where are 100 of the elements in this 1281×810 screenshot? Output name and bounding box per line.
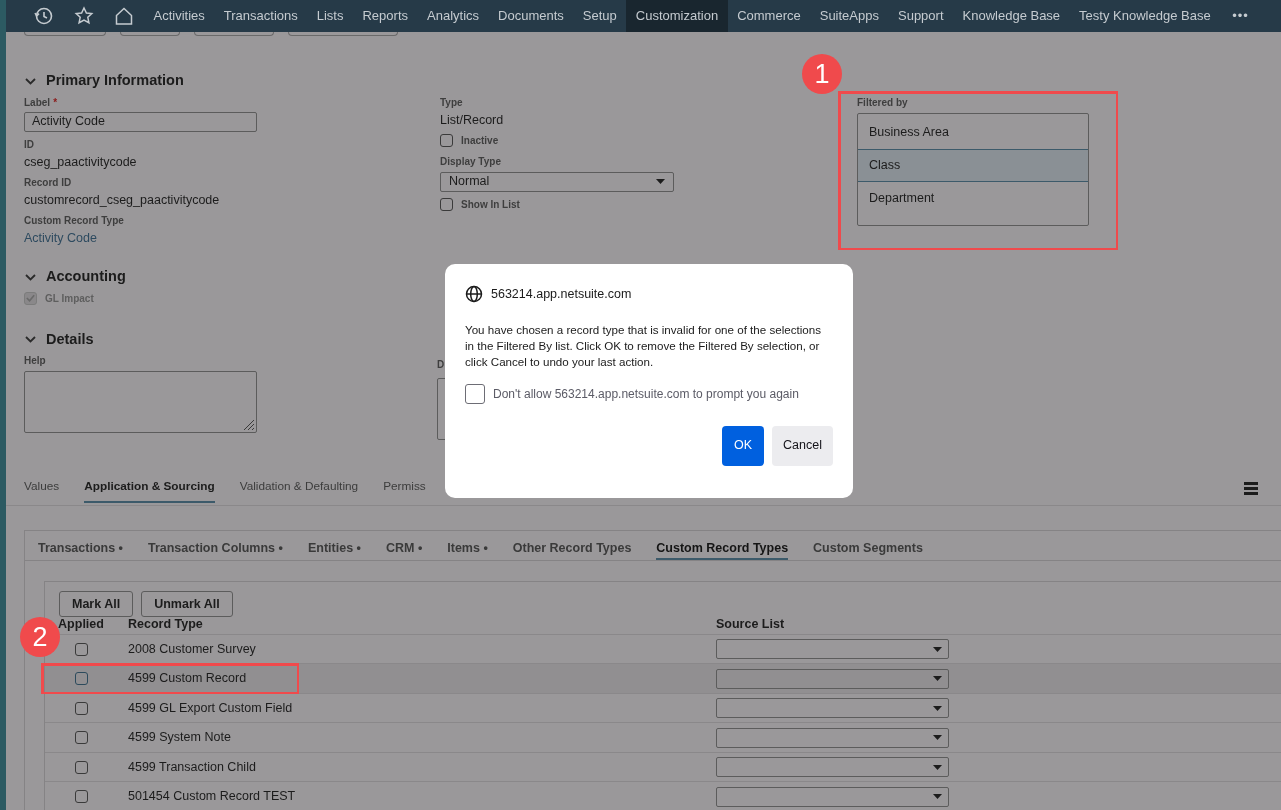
- checkbox[interactable]: [74, 701, 88, 715]
- list-button[interactable]: Mark All: [59, 590, 134, 617]
- check-icon: [25, 292, 36, 304]
- subtab[interactable]: Transaction Columns •: [147, 538, 283, 560]
- subtab[interactable]: Items •: [447, 538, 488, 560]
- field-label: Display Type: [440, 154, 502, 168]
- nav-item[interactable]: Knowledge Base: [953, 0, 1070, 32]
- subtab[interactable]: Custom Record Types: [656, 538, 789, 560]
- table-cell: 4599 Custom Record: [128, 671, 247, 686]
- checkbox[interactable]: [74, 760, 88, 774]
- caret-icon: [933, 705, 942, 711]
- table-cell: 4599 System Note: [128, 730, 231, 745]
- dialog-message: You have chosen a record type that is invalid for one of the selections in the Filtered By list. Click OK to remove the Filtered By selection, or click Cancel to undo your last action.: [465, 321, 822, 370]
- dropdown-field[interactable]: [716, 668, 949, 689]
- checkbox[interactable]: [74, 790, 88, 803]
- subtab[interactable]: Entities •: [307, 538, 361, 560]
- checkbox-label: Don't allow 563214.app.netsuite.com to prompt you again: [493, 385, 799, 403]
- field-label: Type: [440, 95, 464, 109]
- checkbox-label: GL Impact: [45, 291, 94, 305]
- dropdown-value: Normal: [449, 173, 490, 191]
- list-option[interactable]: Department: [858, 181, 1088, 215]
- caret-icon: [933, 676, 942, 681]
- nav-item[interactable]: SuiteApps: [810, 0, 889, 32]
- list-option[interactable]: Business Area: [858, 115, 1088, 149]
- checkbox-label: Show In List: [461, 197, 520, 211]
- checkbox[interactable]: [74, 731, 88, 744]
- field-label: D: [437, 358, 445, 372]
- dropdown-field[interactable]: [716, 698, 949, 718]
- field-value: customrecord_cseg_paactivitycode: [24, 191, 221, 208]
- field-label: Label: [24, 96, 51, 108]
- ok-button[interactable]: OK: [722, 425, 764, 466]
- nav-item[interactable]: Testy Knowledge Base: [1069, 0, 1221, 32]
- field-label: Record ID: [24, 175, 73, 189]
- table-cell: 501454 Custom Record TEST: [128, 789, 296, 804]
- dropdown-field[interactable]: [716, 639, 949, 659]
- nav-item[interactable]: Setup: [573, 0, 627, 32]
- list-button[interactable]: Unmark All: [141, 590, 233, 617]
- checkbox[interactable]: [440, 197, 453, 211]
- star-icon[interactable]: [74, 6, 94, 26]
- caret-icon: [933, 646, 942, 652]
- nav-item[interactable]: Activities: [144, 0, 215, 32]
- field-value: List/Record: [440, 111, 505, 128]
- text-area-field[interactable]: [24, 371, 257, 434]
- nav-item[interactable]: Support: [888, 0, 954, 32]
- dropdown-field[interactable]: [716, 757, 949, 777]
- tab[interactable]: Application & Sourcing: [84, 477, 215, 504]
- field-label: Help: [24, 354, 47, 368]
- caret-icon: [656, 179, 665, 185]
- nav-item[interactable]: Analytics: [417, 0, 489, 32]
- dropdown-field[interactable]: [716, 727, 949, 748]
- subtab[interactable]: Custom Segments: [813, 538, 923, 560]
- field-value: cseg_paactivitycode: [24, 153, 138, 170]
- chevron-icon[interactable]: [24, 333, 37, 346]
- subtab[interactable]: Other Record Types: [512, 538, 632, 560]
- table-cell: 4599 Transaction Child: [128, 759, 256, 774]
- multi-select-list[interactable]: Business Area Class Department: [857, 112, 1089, 226]
- nav-item[interactable]: Reports: [352, 0, 418, 32]
- column-header: Record Type: [128, 617, 203, 631]
- cancel-button[interactable]: Cancel: [772, 425, 833, 466]
- nav-item[interactable]: Documents: [488, 0, 574, 32]
- history-icon[interactable]: [34, 6, 54, 26]
- field-label: ID: [24, 137, 35, 151]
- dropdown-field[interactable]: [716, 786, 949, 807]
- section-title: Details: [46, 329, 94, 349]
- tab[interactable]: Permiss: [383, 477, 426, 504]
- caret-icon: [933, 735, 942, 740]
- dropdown-field[interactable]: Normal: [440, 171, 674, 192]
- required-mark: *: [53, 96, 58, 108]
- record-type-link[interactable]: Activity Code: [24, 229, 440, 246]
- checkbox-label: Inactive: [461, 133, 499, 147]
- tab[interactable]: Values: [24, 477, 60, 504]
- tab[interactable]: Validation & Defaulting: [239, 477, 359, 504]
- text-field[interactable]: Activity Code: [24, 111, 257, 132]
- field-label: Filtered by: [857, 95, 909, 109]
- dialog-origin: 563214.app.netsuite.com: [491, 286, 632, 303]
- nav-item[interactable]: Customization: [626, 0, 728, 32]
- step-marker: 1: [802, 54, 842, 94]
- menu-icon[interactable]: [1244, 481, 1258, 495]
- nav-item[interactable]: Transactions: [214, 0, 308, 32]
- caret-icon: [933, 794, 942, 799]
- resize-handle-icon[interactable]: [242, 418, 255, 432]
- nav-item[interactable]: Lists: [307, 0, 353, 32]
- checkbox[interactable]: [465, 383, 485, 404]
- table-cell: 2008 Customer Survey: [128, 641, 256, 656]
- checkbox[interactable]: [74, 642, 88, 656]
- column-header: Source List: [716, 616, 785, 633]
- globe-icon: [465, 285, 483, 304]
- field-label: Custom Record Type: [24, 213, 125, 227]
- section-title: Accounting: [46, 266, 126, 286]
- subtab[interactable]: CRM •: [385, 538, 423, 560]
- subtab[interactable]: Transactions •: [38, 538, 123, 560]
- checkbox[interactable]: [440, 133, 453, 147]
- table-cell: 4599 GL Export Custom Field: [128, 700, 293, 715]
- column-header: Applied: [58, 616, 104, 633]
- home-icon[interactable]: [114, 6, 134, 26]
- nav-item[interactable]: Commerce: [727, 0, 811, 32]
- checkbox[interactable]: [74, 672, 88, 685]
- table-row[interactable]: 4599 Custom Record: [45, 664, 1281, 694]
- more-menu[interactable]: •••: [1220, 0, 1259, 32]
- list-option[interactable]: Class: [858, 148, 1088, 182]
